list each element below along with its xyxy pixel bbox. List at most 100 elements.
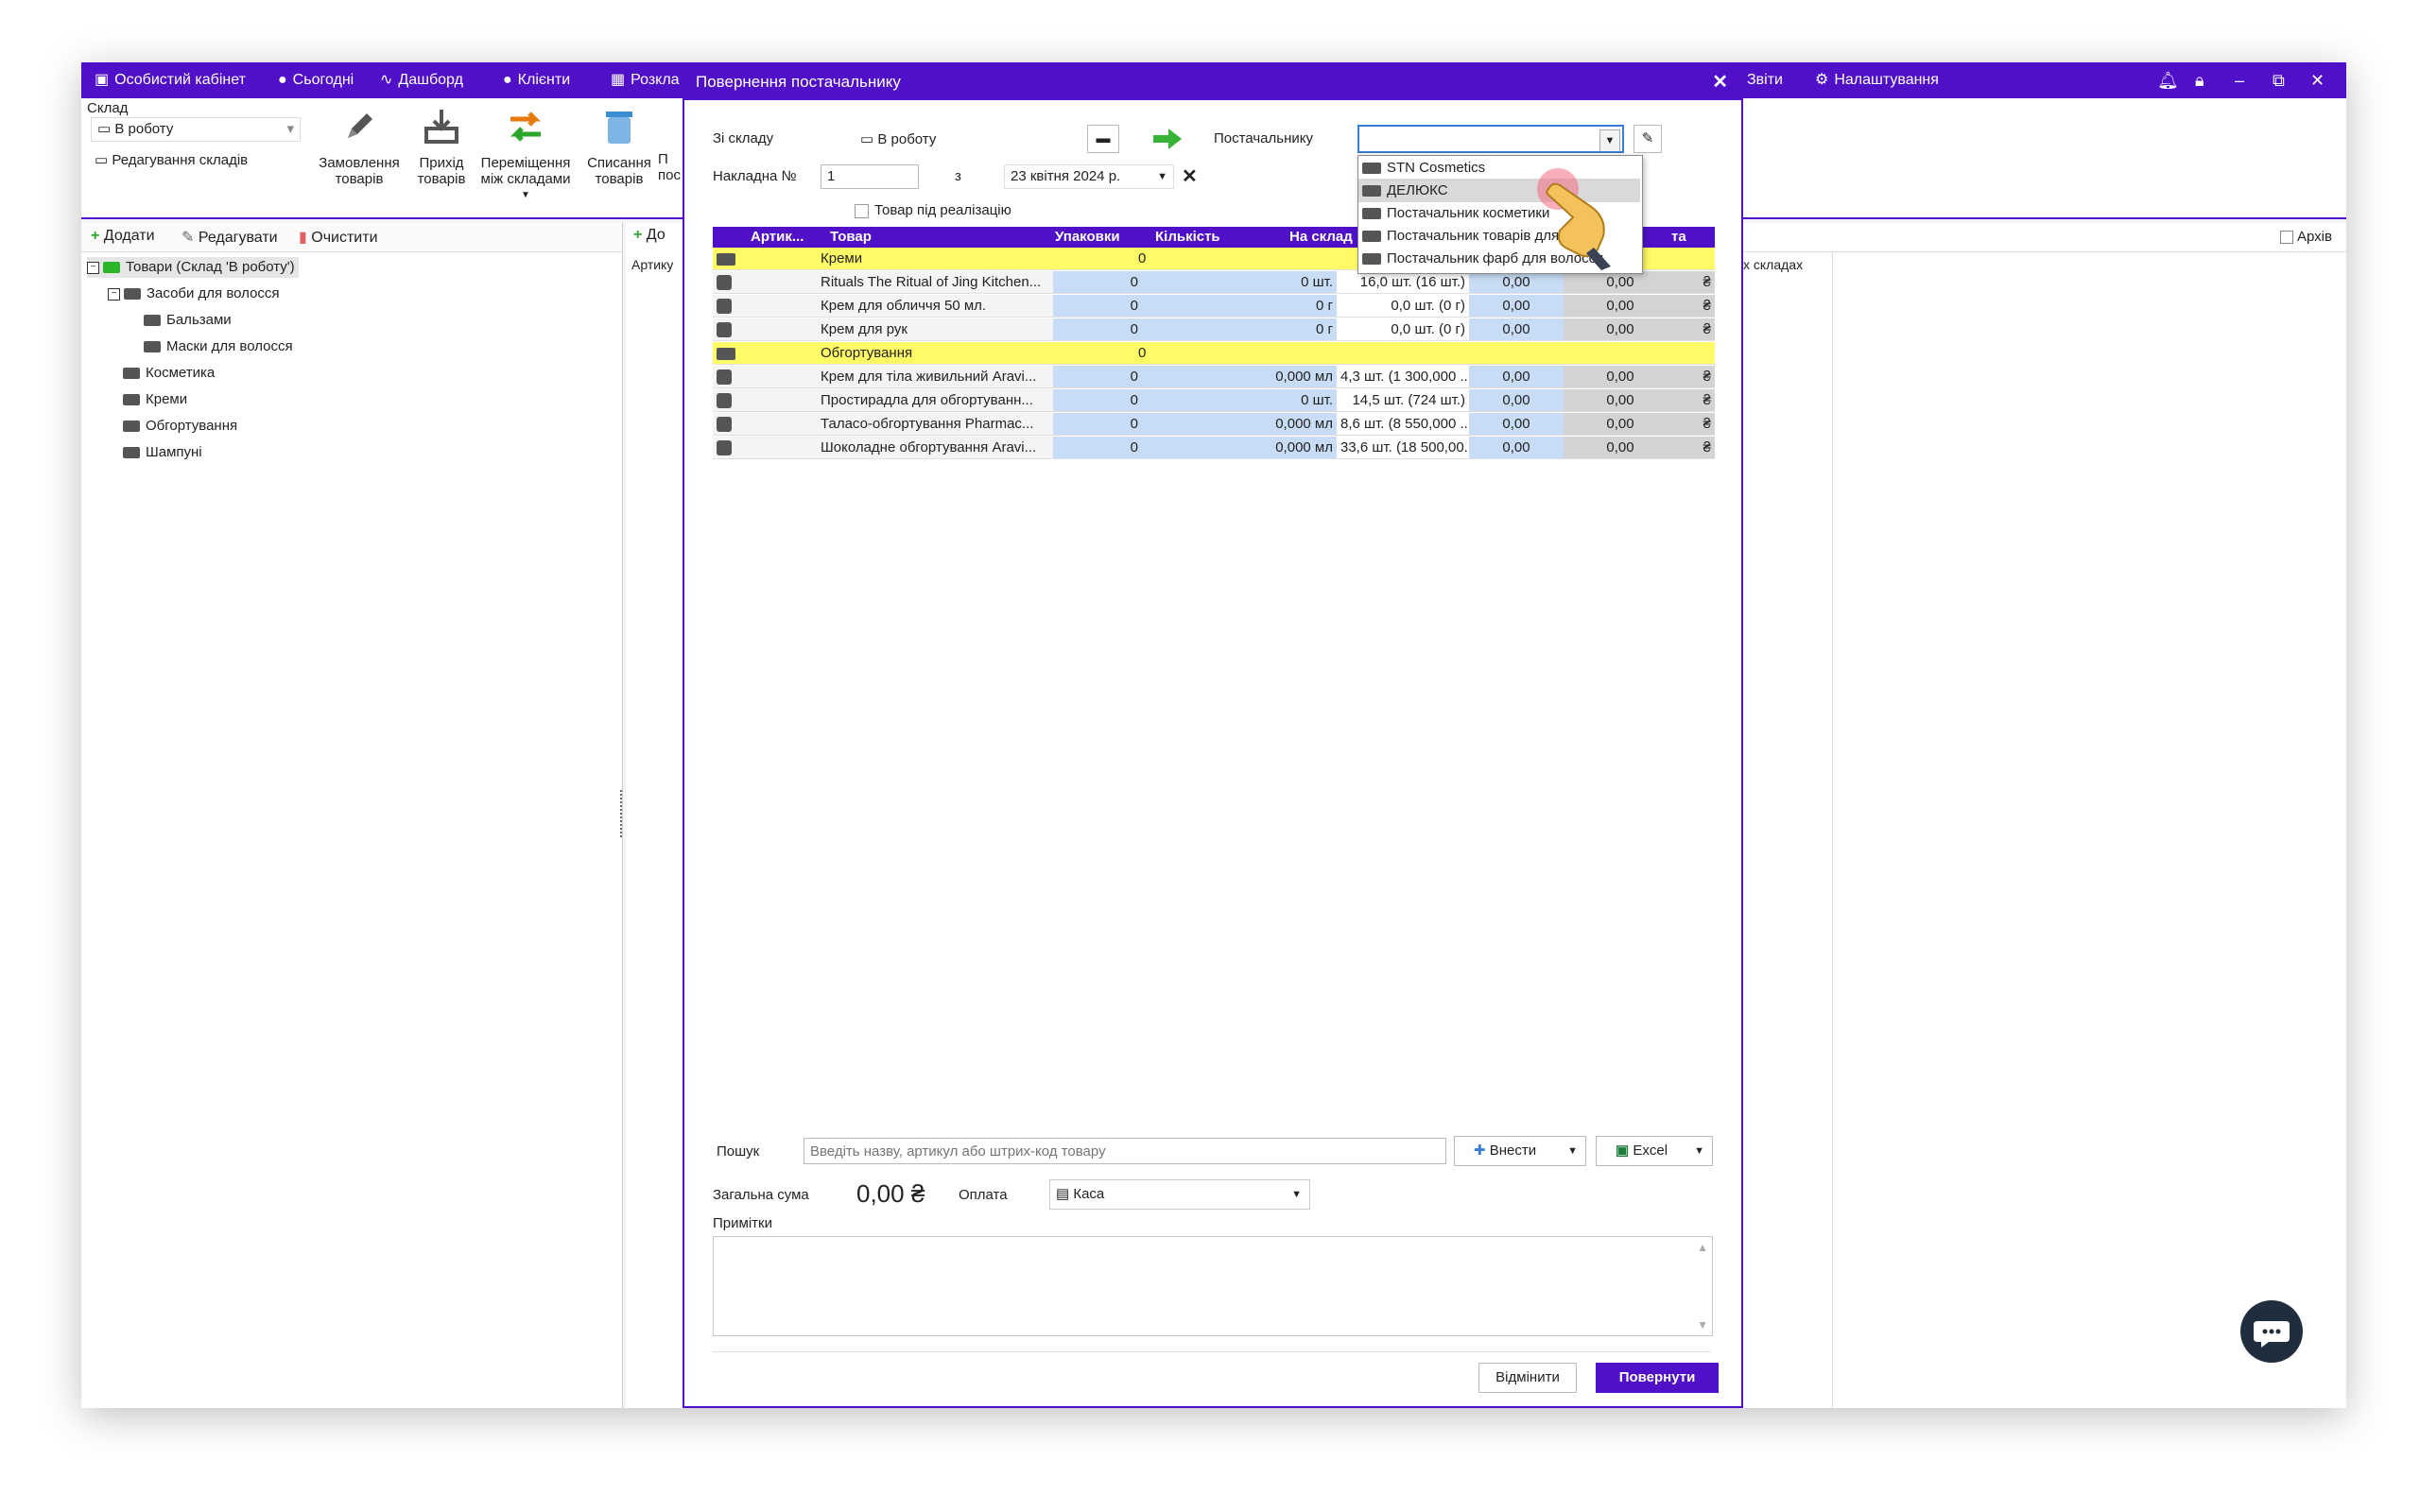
edit-button[interactable]: ✎ Редагувати — [182, 228, 278, 247]
price-cell: 0,00 — [1469, 318, 1564, 341]
chevron-down-icon[interactable]: ▼ — [1567, 1137, 1578, 1165]
tree-item-shampoos[interactable]: Шампуні — [123, 442, 202, 463]
packs-cell: 0 — [1053, 248, 1244, 270]
column-article[interactable]: Артик... — [751, 227, 804, 248]
column-in-stock[interactable]: На склад — [1289, 227, 1353, 248]
table-row[interactable]: Простирадла для обгортуванн... 0 0 шт. 14,5… — [713, 389, 1715, 413]
table-row[interactable]: Таласо-обгортування Pharmac... 0 0,000 мл 8… — [713, 413, 1715, 437]
close-icon[interactable]: ✕ — [1712, 64, 1728, 100]
box-icon — [717, 299, 732, 314]
nav-dashboard[interactable]: ∿ Дашборд — [380, 62, 463, 98]
date-picker[interactable]: 23 квітня 2024 р. ▼ — [1004, 164, 1174, 189]
collapse-icon[interactable]: − — [87, 261, 99, 274]
close-window-icon[interactable]: ✕ — [2310, 62, 2325, 98]
stock-cell: 0,0 шт. (0 г) — [1337, 318, 1469, 341]
clear-button[interactable]: ▮ Очистити — [299, 228, 378, 247]
tree-item-hair-masks[interactable]: Маски для волосся — [144, 336, 293, 357]
table-row[interactable]: Крем для тіла живильний Aravi... 0 0,000 м… — [713, 366, 1715, 389]
search-label: Пошук — [717, 1143, 760, 1160]
option-label: STN Cosmetics — [1387, 160, 1486, 176]
pointer-hand-icon — [1531, 168, 1616, 272]
insert-button[interactable]: ✚ Внести ▼ — [1454, 1136, 1586, 1166]
column-price[interactable]: та — [1671, 227, 1686, 248]
box-icon — [717, 275, 732, 290]
tree-item-creams[interactable]: Креми — [123, 389, 187, 410]
restore-icon[interactable]: ⧉ — [2273, 62, 2285, 98]
nav-personal-cabinet[interactable]: ▣ Особистий кабінет — [95, 62, 246, 98]
partial-ribbon-button[interactable]: П пос — [658, 106, 683, 183]
search-input[interactable] — [804, 1138, 1446, 1164]
plus-icon: + — [633, 227, 647, 243]
warehouse-select[interactable]: ▭ В роботу ▾ — [91, 117, 301, 142]
nav-settings[interactable]: ⚙ Налаштування — [1815, 62, 1939, 98]
collapse-icon[interactable]: − — [108, 287, 120, 301]
clear-date-icon[interactable]: ✕ — [1182, 164, 1198, 188]
nav-reports[interactable]: Звіти — [1747, 62, 1783, 98]
consignment-checkbox[interactable]: Товар під реалізацію — [855, 202, 1011, 218]
sum-cell: 0,00 — [1564, 437, 1677, 459]
packs-cell: 0 — [1053, 318, 1195, 341]
pencil-icon: ✎ — [1641, 130, 1654, 146]
transfer-between-warehouses-button[interactable]: Переміщення між складами ▼ — [469, 106, 582, 203]
tree-label: Шампуні — [146, 444, 202, 460]
product-name-cell: Крем для рук — [817, 318, 1053, 341]
invoice-number-input[interactable]: 1 — [821, 164, 919, 189]
tree-label: Бальзами — [166, 312, 232, 328]
excel-button[interactable]: ▣ Excel ▼ — [1596, 1136, 1713, 1166]
write-off-button[interactable]: Списання товарів — [577, 106, 662, 187]
divider — [1743, 251, 2346, 252]
column-quantity[interactable]: Кількість — [1155, 227, 1220, 248]
category-row[interactable]: Обгортування 0 — [713, 342, 1715, 366]
column-product[interactable]: Товар — [830, 227, 872, 248]
article-cell — [741, 389, 817, 412]
product-name-cell: Rituals The Ritual of Jing Kitchen... — [817, 271, 1053, 294]
tree-item-wraps[interactable]: Обгортування — [123, 416, 237, 437]
nav-schedule[interactable]: ▦ Розкла — [611, 62, 680, 98]
quantity-cell: 0 г — [1195, 295, 1337, 318]
tree-item-balms[interactable]: Бальзами — [144, 310, 232, 331]
supplier-combobox[interactable]: ▼ — [1357, 125, 1624, 153]
article-cell — [741, 271, 817, 294]
sum-cell: 0,00 — [1564, 295, 1677, 318]
table-row[interactable]: Rituals The Ritual of Jing Kitchen... 0 0 … — [713, 271, 1715, 295]
archive-checkbox[interactable]: Архів — [2280, 229, 2332, 245]
edit-supplier-button[interactable]: ✎ — [1634, 125, 1662, 153]
order-goods-button[interactable]: Замовлення товарів — [312, 106, 406, 187]
lock-icon[interactable]: 🔒︎ — [2195, 62, 2204, 98]
chevron-down-icon[interactable]: ▼ — [1694, 1137, 1704, 1165]
button-label: Переміщення — [480, 155, 571, 171]
table-row[interactable]: Крем для рук 0 0 г 0,0 шт. (0 г) 0,00 0,00 ₴ — [713, 318, 1715, 342]
folder-picker-button[interactable]: ▬ — [1087, 125, 1119, 153]
folder-icon — [717, 253, 735, 266]
tree-root[interactable]: − Товари (Склад 'В роботу') — [87, 257, 299, 278]
table-row[interactable]: Шоколадне обгортування Aravi... 0 0,000 мл… — [713, 437, 1715, 460]
column-packs[interactable]: Упаковки — [1055, 227, 1120, 248]
checkbox-icon — [855, 203, 869, 218]
nav-clients[interactable]: ● Клієнти — [503, 62, 570, 98]
cancel-button[interactable]: Відмінити — [1478, 1363, 1577, 1393]
payment-select[interactable]: ▤ Каса ▼ — [1049, 1179, 1310, 1210]
tree-item-hair-products[interactable]: − Засоби для волосся — [108, 284, 280, 304]
tree-label: Товари (Склад 'В роботу') — [126, 259, 295, 275]
add-button[interactable]: + Додати — [91, 228, 155, 245]
insert-label: Внести — [1489, 1143, 1537, 1159]
nav-today[interactable]: ● Сьогодні — [278, 62, 354, 98]
chat-button[interactable] — [2240, 1300, 2303, 1363]
edit-warehouses-link[interactable]: ▭ Редагування складів — [95, 151, 248, 168]
scroll-down-icon[interactable]: ▼ — [1697, 1318, 1708, 1332]
inbox-download-icon — [424, 110, 458, 144]
goods-receipt-button[interactable]: Прихід товарів — [406, 106, 476, 187]
add-product-button[interactable]: + До — [633, 227, 690, 244]
table-row[interactable]: Крем для обличчя 50 мл. 0 0 г 0,0 шт. (0 г)… — [713, 295, 1715, 318]
return-button[interactable]: Повернути — [1596, 1363, 1719, 1393]
bell-icon[interactable]: 🔔︎ — [2157, 62, 2179, 98]
tree-item-cosmetics[interactable]: Косметика — [123, 363, 215, 384]
notes-textarea[interactable]: ▲ ▼ — [713, 1236, 1713, 1336]
packs-cell: 0 — [1053, 271, 1195, 294]
scroll-up-icon[interactable]: ▲ — [1697, 1241, 1708, 1254]
warehouse-icon: ▭ — [860, 131, 878, 147]
row-icon-cell — [713, 295, 741, 318]
chevron-down-icon[interactable]: ▼ — [1599, 129, 1620, 151]
minimize-icon[interactable]: – — [2235, 62, 2244, 98]
footer-divider — [713, 1351, 1711, 1352]
